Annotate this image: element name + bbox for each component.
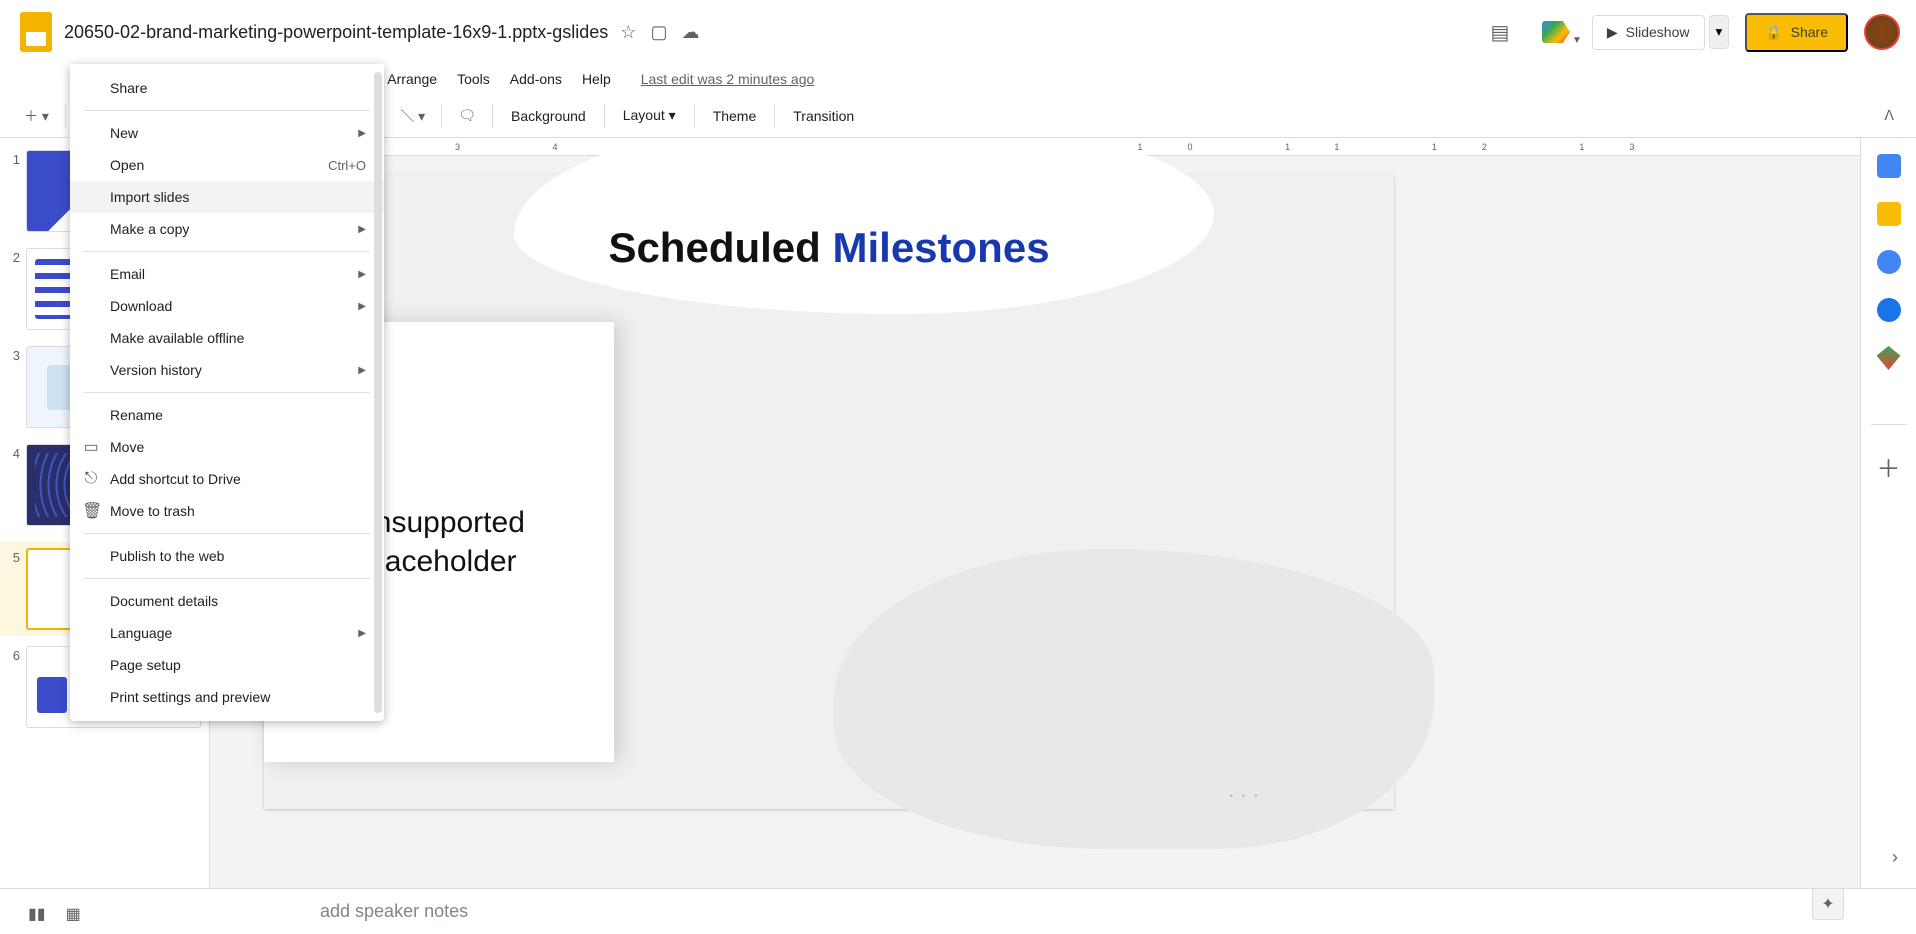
collapse-toolbar-icon[interactable]: ᐱ [1878,101,1900,130]
dropdown-scrollbar[interactable] [374,72,382,713]
move-folder-icon[interactable]: ▢ [650,22,667,43]
move-icon: ▭ [82,437,100,457]
menu-addons[interactable]: Add-ons [502,67,570,91]
line-tool[interactable]: ＼ ▾ [392,100,433,132]
slide-title[interactable]: Scheduled Milestones [264,224,1394,272]
slides-logo[interactable] [16,12,56,52]
last-edit-link[interactable]: Last edit was 2 minutes ago [641,71,815,87]
speaker-notes[interactable]: add speaker notes [0,888,1916,934]
separator [65,104,66,128]
account-avatar[interactable] [1864,14,1900,50]
separator [84,578,370,579]
menu-arrange[interactable]: Arrange [379,67,445,91]
file-print-preview[interactable]: Print settings and preview [70,681,384,713]
grid-view-icon[interactable]: ▦ [66,904,81,924]
notes-resize-handle[interactable]: • • • [420,791,1860,802]
submenu-arrow-icon: ▶ [358,628,366,639]
comment-tool[interactable]: 🗨 [450,101,484,130]
slideshow-dropdown[interactable]: ▾ [1709,15,1730,49]
header-right: ▤ ▼ ▶ Slideshow ▾ 🔒 Share [1480,12,1900,52]
file-details[interactable]: Document details [70,585,384,617]
slide-number: 3 [8,346,26,428]
slide-canvas[interactable]: Scheduled Milestones Unsupported placeho… [264,174,1394,809]
file-add-shortcut[interactable]: ⎋Add shortcut to Drive [70,463,384,495]
file-share[interactable]: Share [70,72,384,104]
maps-icon[interactable] [1877,346,1901,370]
title-text-plain: Scheduled [608,224,832,271]
lock-icon: 🔒 [1765,24,1782,41]
separator [774,104,775,128]
file-menu-dropdown: Share New▶ OpenCtrl+O Import slides Make… [70,64,384,721]
separator [84,533,370,534]
separator [492,104,493,128]
layout-button[interactable]: Layout ▾ [613,101,686,130]
separator [694,104,695,128]
hide-sidepanel-icon[interactable]: › [1892,847,1898,868]
file-page-setup[interactable]: Page setup [70,649,384,681]
share-label: Share [1791,24,1828,40]
submenu-arrow-icon: ▶ [358,301,366,312]
file-make-copy[interactable]: Make a copy▶ [70,213,384,245]
filmstrip-view-icon[interactable]: ▮▮ [28,904,46,924]
slide-number: 2 [8,248,26,330]
meet-button[interactable]: ▼ [1536,12,1576,52]
file-publish[interactable]: Publish to the web [70,540,384,572]
file-version-history[interactable]: Version history▶ [70,354,384,386]
add-addon-icon[interactable]: ＋ [1871,424,1907,484]
submenu-arrow-icon: ▶ [358,128,366,139]
title-icons: ☆ ▢ ☁ [620,22,699,43]
separator [441,104,442,128]
right-sidebar: ＋ [1860,138,1916,888]
file-trash[interactable]: 🗑Move to trash [70,495,384,527]
contacts-icon[interactable] [1877,298,1901,322]
file-move[interactable]: ▭Move [70,431,384,463]
new-slide-button[interactable]: ＋ ▾ [16,100,57,132]
header: 20650-02-brand-marketing-powerpoint-temp… [0,0,1916,64]
separator [84,251,370,252]
slide-number: 5 [8,548,26,630]
submenu-arrow-icon: ▶ [358,269,366,280]
tasks-icon[interactable] [1877,250,1901,274]
slide-number: 4 [8,444,26,526]
submenu-arrow-icon: ▶ [358,224,366,235]
cloud-status-icon[interactable]: ☁ [681,22,699,43]
calendar-icon[interactable] [1877,154,1901,178]
slideshow-label: Slideshow [1626,24,1690,40]
submenu-arrow-icon: ▶ [358,365,366,376]
file-new[interactable]: New▶ [70,117,384,149]
file-open[interactable]: OpenCtrl+O [70,149,384,181]
shortcut-label: Ctrl+O [328,158,366,173]
menu-tools[interactable]: Tools [449,67,498,91]
star-icon[interactable]: ☆ [620,22,636,43]
slideshow-button[interactable]: ▶ Slideshow [1592,15,1705,50]
separator [84,392,370,393]
share-button[interactable]: 🔒 Share [1745,13,1848,52]
document-title[interactable]: 20650-02-brand-marketing-powerpoint-temp… [64,22,608,43]
slide-number: 6 [8,646,26,728]
separator [604,104,605,128]
file-email[interactable]: Email▶ [70,258,384,290]
keep-icon[interactable] [1877,202,1901,226]
file-import-slides[interactable]: Import slides [70,181,384,213]
slide-number: 1 [8,150,26,232]
file-download[interactable]: Download▶ [70,290,384,322]
separator [84,110,370,111]
file-language[interactable]: Language▶ [70,617,384,649]
comments-icon[interactable]: ▤ [1480,12,1520,52]
explore-button[interactable]: ✦ [1812,888,1844,920]
theme-button[interactable]: Theme [703,102,767,130]
canvas-area[interactable]: 1 2 3 4 5 6 7 8 9 10 11 12 13 Scheduled … [210,138,1860,888]
title-text-accent: Milestones [833,224,1050,271]
notes-placeholder[interactable]: add speaker notes [320,901,468,922]
menu-help[interactable]: Help [574,67,619,91]
view-mode-icons: ▮▮ ▦ [28,904,81,924]
transition-button[interactable]: Transition [783,102,864,130]
background-button[interactable]: Background [501,102,596,130]
play-icon: ▶ [1607,24,1618,41]
shortcut-icon: ⎋ [82,470,100,488]
trash-icon: 🗑 [82,501,100,521]
file-rename[interactable]: Rename [70,399,384,431]
file-offline[interactable]: Make available offline [70,322,384,354]
